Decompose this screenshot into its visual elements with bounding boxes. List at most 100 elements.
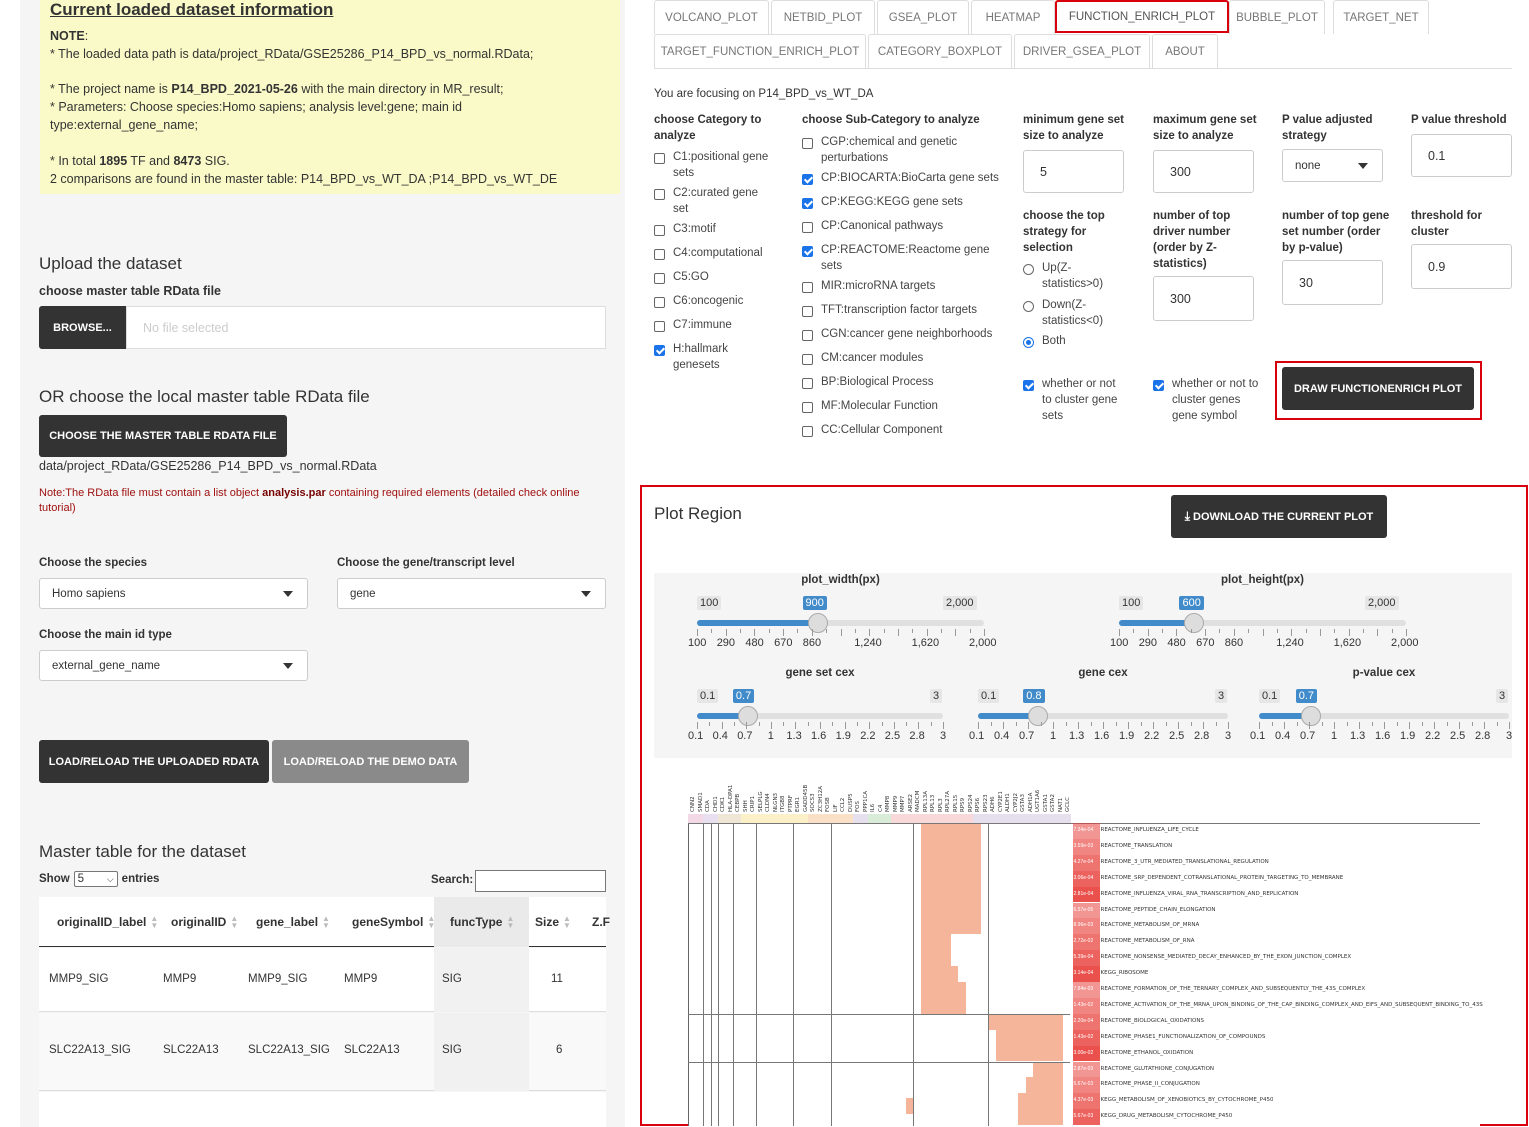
gene-group-strip	[935, 814, 943, 823]
padj-select[interactable]: none	[1282, 149, 1383, 182]
ndriver-input[interactable]: 300	[1153, 276, 1254, 321]
download-label: DOWNLOAD THE CURRENT PLOT	[1193, 510, 1374, 523]
gene-group-strip	[965, 814, 973, 823]
sort-icon: ▲ ▼	[563, 914, 571, 930]
slider-tick-label: 1.9	[835, 730, 851, 742]
ngs-label: number of top gene set number (order by …	[1282, 210, 1390, 254]
slider-handle[interactable]	[737, 706, 758, 726]
col-header-geneSymbol[interactable]: geneSymbol ▲ ▼	[352, 897, 435, 947]
gene-group-strip	[1040, 814, 1048, 823]
subcategory-option-label: TFT:transcription factor targets	[821, 304, 977, 316]
category-checkbox[interactable]	[654, 249, 665, 260]
cell: SLC22A13	[344, 1044, 400, 1056]
subcategory-checkbox[interactable]	[802, 222, 813, 233]
pvalue-label: 1.43e-02	[1073, 1001, 1094, 1008]
gene-label: GSTA2	[1050, 794, 1056, 812]
subcategory-checkbox[interactable]	[802, 306, 813, 317]
strategy-up-radio[interactable]	[1023, 264, 1034, 275]
cluster-genes-checkbox[interactable]	[1153, 380, 1164, 391]
col-header-originalID-label[interactable]: originalID_label ▲ ▼	[57, 897, 158, 947]
slider-tick	[844, 722, 846, 729]
col-header-gene-label[interactable]: gene_label ▲ ▼	[256, 897, 330, 947]
col-header-zf[interactable]: Z.F	[592, 897, 610, 947]
search-input[interactable]	[475, 870, 606, 892]
pthr-input[interactable]: 0.1	[1411, 134, 1512, 177]
subcategory-checkbox[interactable]	[802, 426, 813, 437]
strategy-both-radio[interactable]	[1023, 337, 1034, 348]
ngs-input[interactable]: 30	[1282, 260, 1383, 305]
slider-tick	[746, 722, 748, 729]
tab-driver-gsea-plot[interactable]: DRIVER_GSEA_PLOT	[1014, 34, 1150, 68]
subcategory-checkbox[interactable]	[802, 282, 813, 293]
tab-netbid-plot[interactable]: NETBID_PLOT	[771, 0, 875, 34]
choose-master-table-button[interactable]: Choose the master table RData file	[39, 415, 287, 457]
min-size-input[interactable]: 5	[1023, 150, 1124, 193]
strategy-down-radio[interactable]	[1023, 301, 1034, 312]
category-checkbox[interactable]	[654, 153, 665, 164]
tab-heatmap[interactable]: HEATMAP	[971, 0, 1055, 34]
tab-target-net[interactable]: TARGET_NET	[1333, 0, 1429, 34]
upload-label: choose master table RData file	[39, 284, 222, 298]
tab-function-enrich-plot[interactable]: FUNCTION_ENRICH_PLOT	[1055, 0, 1229, 33]
gene-label: C4	[877, 804, 884, 812]
subcategory-checkbox[interactable]	[802, 198, 813, 209]
category-checkbox[interactable]	[654, 321, 665, 332]
cell: MMP9_SIG	[49, 973, 109, 985]
tab-about[interactable]: ABOUT	[1152, 34, 1218, 68]
load-uploaded-button[interactable]: Load/Reload the uploaded RData	[39, 740, 269, 783]
gene-label: MMP8	[885, 795, 891, 812]
slider-handle[interactable]	[807, 613, 828, 633]
level-select[interactable]: gene	[337, 578, 606, 609]
cluster-genesets-checkbox[interactable]	[1023, 380, 1034, 391]
slider-tick-label: 1.6	[1375, 730, 1391, 742]
heatmap-grid-line	[688, 1013, 1070, 1015]
tab-category-boxplot[interactable]: CATEGORY_BOXPLOT	[868, 34, 1012, 68]
species-select[interactable]: Homo sapiens	[39, 578, 308, 609]
subcategory-checkbox[interactable]	[802, 246, 813, 257]
col-header-funcType[interactable]: funcType ▲ ▼	[434, 897, 529, 947]
subcategory-checkbox[interactable]	[802, 354, 813, 365]
cluster-threshold-input[interactable]: 0.9	[1411, 244, 1512, 289]
subcategory-checkbox[interactable]	[802, 174, 813, 185]
tab-volcano-plot[interactable]: VOLCANO_PLOT	[654, 0, 769, 34]
category-checkbox[interactable]	[654, 345, 665, 356]
slider-handle[interactable]	[1300, 706, 1321, 726]
subcategory-checkbox[interactable]	[802, 330, 813, 341]
gene-label: CHD1	[712, 796, 719, 812]
idtype-select[interactable]: external_gene_name	[39, 650, 308, 681]
browse-button[interactable]: Browse...	[39, 306, 126, 349]
slider-tick	[1153, 722, 1154, 729]
pathway-label: REACTOME_NONSENSE_MEDIATED_DECAY_ENHANCE…	[1100, 954, 1352, 961]
slider-tick-label: 0.1	[688, 730, 704, 742]
gene-label: ADH6	[990, 796, 996, 812]
show-label: Show	[39, 873, 70, 885]
col-header-size[interactable]: Size ▲ ▼	[535, 897, 571, 947]
subcategory-checkbox[interactable]	[802, 402, 813, 413]
category-checkbox[interactable]	[654, 189, 665, 200]
tab-gsea-plot[interactable]: GSEA_PLOT	[877, 0, 969, 34]
slider-tick-label: 2.2	[1144, 730, 1160, 742]
load-demo-button[interactable]: Load/Reload the demo data	[272, 740, 469, 783]
col-header-originalID[interactable]: originalID ▲ ▼	[171, 897, 238, 947]
subcategory-option-label: CM:cancer modules	[821, 352, 924, 364]
slider-tick-label: 480	[745, 637, 764, 649]
slider-tick	[1406, 629, 1407, 636]
draw-function-enrich-button[interactable]: DRAW FUNCTIONENRICH PLOT	[1282, 367, 1474, 410]
download-plot-button[interactable]: ⤓ DOWNLOAD THE CURRENT PLOT	[1171, 495, 1387, 538]
tab-target-function-enrich-plot[interactable]: TARGET_FUNCTION_ENRICH_PLOT	[654, 34, 866, 68]
category-checkbox[interactable]	[654, 273, 665, 284]
category-checkbox[interactable]	[654, 225, 665, 236]
tab-bubble-plot[interactable]: BUBBLE_PLOT	[1229, 0, 1325, 34]
entries-select[interactable]: 5 ⌵	[73, 871, 118, 887]
subcategory-checkbox[interactable]	[802, 378, 813, 389]
max-size-input[interactable]: 300	[1153, 150, 1254, 193]
subcategory-checkbox[interactable]	[802, 138, 813, 149]
slider-tick-label: 1,620	[1333, 637, 1362, 649]
slider-tick	[725, 629, 727, 636]
slider-min: 0.1	[697, 689, 719, 703]
file-input[interactable]: No file selected	[126, 306, 606, 349]
category-checkbox[interactable]	[654, 297, 665, 308]
category-option-label: C7:immune	[673, 319, 732, 331]
gene-group-strip	[928, 814, 936, 823]
slider-max: 2,000	[1365, 596, 1399, 610]
